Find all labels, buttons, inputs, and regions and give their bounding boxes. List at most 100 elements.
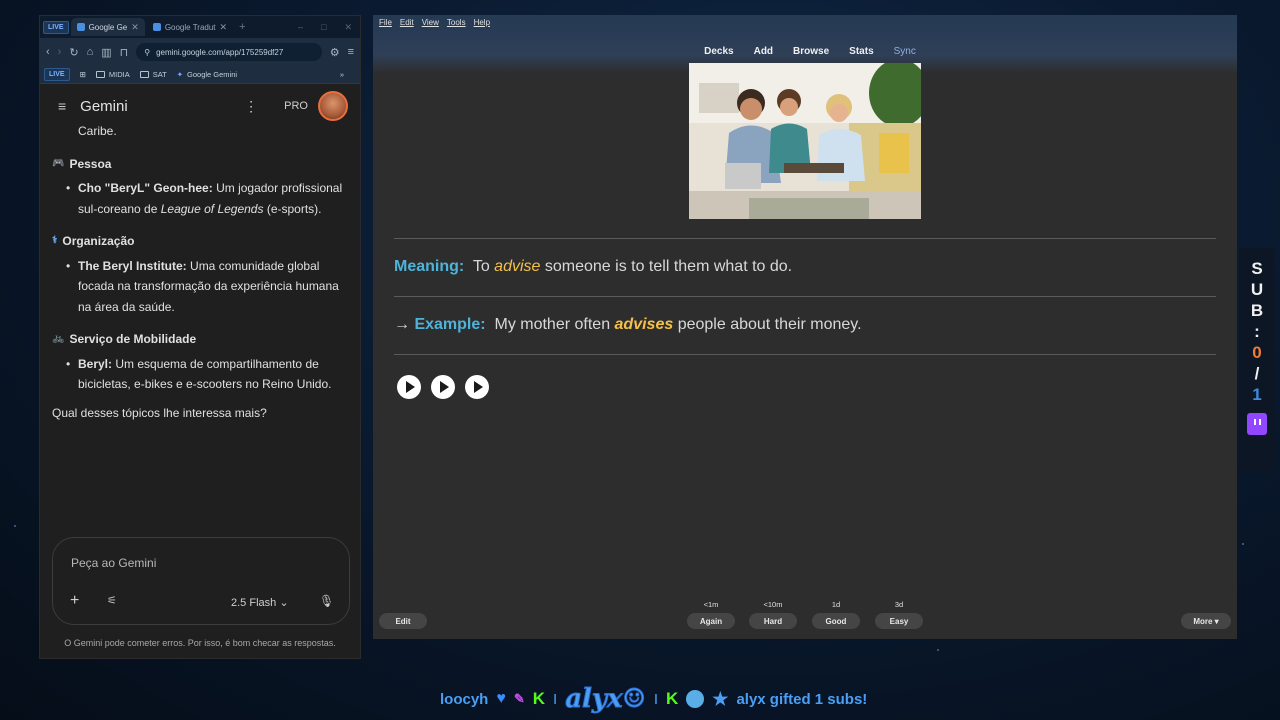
section-title-text: Pessoa bbox=[69, 156, 112, 171]
sub-goal: 1 bbox=[1252, 385, 1262, 404]
sub-slash: / bbox=[1254, 364, 1260, 383]
translate-favicon-icon bbox=[152, 23, 161, 31]
extensions-icon[interactable]: ⚙ bbox=[330, 46, 340, 59]
example-label: Example: bbox=[414, 316, 486, 333]
forward-icon[interactable]: › bbox=[58, 46, 62, 58]
feather-icon: ✎ bbox=[513, 691, 525, 706]
more-bookmarks-icon[interactable]: » bbox=[340, 70, 344, 79]
bicycle-icon: 🚲 bbox=[52, 333, 65, 344]
address-toolbar: ‹ › ↻ ⌂ ▥ ⊓ ⚲ gemini.google.com/app/1752… bbox=[40, 38, 360, 66]
divider bbox=[394, 238, 1216, 239]
apps-grid-icon[interactable]: ⊞ bbox=[80, 70, 86, 79]
tab-close-icon[interactable]: ✕ bbox=[131, 22, 139, 33]
meaning-post: someone is to tell them what to do. bbox=[540, 258, 793, 275]
example-line: → Example: My mother often advises peopl… bbox=[394, 316, 862, 334]
reload-icon[interactable]: ↻ bbox=[69, 46, 78, 59]
bookmarks-bar: LIVE ⊞ MIDIA SAT ✦ Google Gemini » bbox=[40, 66, 360, 84]
people-photo bbox=[689, 63, 921, 219]
folder-icon bbox=[95, 71, 105, 78]
chat-response: Caribe. 🎮 Pessoa Cho "BeryL" Geon-hee: U… bbox=[40, 121, 360, 423]
reading-mode-icon[interactable]: ▥ bbox=[101, 46, 111, 59]
bookmark-label: Google Gemini bbox=[187, 70, 238, 79]
bookmark-icon[interactable]: ⊓ bbox=[120, 46, 129, 59]
back-icon[interactable]: ‹ bbox=[46, 46, 50, 58]
tab-translate[interactable]: Google Tradut ✕ bbox=[147, 18, 233, 36]
site-info-icon[interactable]: ⚲ bbox=[144, 48, 150, 57]
hamburger-menu-icon[interactable]: ≡ bbox=[58, 98, 66, 114]
sub-letter: U bbox=[1250, 280, 1264, 299]
menu-bar: File Edit View Tools Help bbox=[373, 15, 1237, 29]
model-selector[interactable]: 2.5 Flash ⌄ bbox=[231, 596, 289, 609]
meaning-label: Meaning: bbox=[394, 258, 465, 275]
play-icon bbox=[405, 381, 415, 393]
close-window-button[interactable]: ✕ bbox=[344, 22, 352, 33]
url-text[interactable]: gemini.google.com/app/175259df27 bbox=[156, 48, 283, 57]
hard-button[interactable]: Hard bbox=[749, 613, 797, 629]
more-button[interactable]: More ▾ bbox=[1181, 613, 1231, 629]
url-bar[interactable]: ⚲ gemini.google.com/app/175259df27 bbox=[136, 43, 322, 61]
new-tab-button[interactable]: + bbox=[235, 21, 249, 33]
divider bbox=[394, 354, 1216, 355]
good-button[interactable]: Good bbox=[812, 613, 860, 629]
good-interval: 1d bbox=[831, 600, 841, 609]
sub-letter: : bbox=[1254, 322, 1260, 341]
prompt-input[interactable]: Peça ao Gemini bbox=[71, 556, 156, 570]
disclaimer: O Gemini pode cometer erros. Por isso, é… bbox=[64, 638, 336, 648]
minimize-button[interactable]: – bbox=[298, 22, 303, 33]
nav-add[interactable]: Add bbox=[754, 46, 773, 57]
item-bold: Cho "BeryL" Geon-hee: bbox=[78, 181, 213, 195]
follow-up-question: Qual desses tópicos lhe interessa mais? bbox=[52, 405, 267, 420]
live-badge: LIVE bbox=[43, 20, 69, 34]
bookmark-sat[interactable]: SAT bbox=[139, 70, 167, 79]
continuation-text: Caribe. bbox=[78, 124, 117, 138]
folder-icon bbox=[139, 71, 149, 78]
play-audio-button[interactable] bbox=[397, 375, 421, 399]
alyx-logo: alyx☺ bbox=[565, 684, 647, 715]
again-interval: <1m bbox=[703, 600, 719, 609]
meaning-line: Meaning: To advise someone is to tell th… bbox=[394, 258, 792, 276]
bookmark-label: SAT bbox=[152, 70, 167, 79]
menu-help[interactable]: Help bbox=[474, 18, 490, 27]
edit-button[interactable]: Edit bbox=[379, 613, 427, 629]
star-icon: ★ bbox=[712, 688, 729, 709]
menu-icon[interactable]: ≡ bbox=[348, 46, 354, 58]
tab-gemini[interactable]: Google Ge ✕ bbox=[70, 18, 145, 36]
browser-window: LIVE Google Ge ✕ Google Tradut ✕ + – □ ✕… bbox=[39, 15, 361, 659]
maximize-button[interactable]: □ bbox=[321, 22, 326, 33]
tab-close-icon[interactable]: ✕ bbox=[220, 22, 228, 33]
nav-stats[interactable]: Stats bbox=[849, 46, 873, 57]
nav-sync[interactable]: Sync bbox=[894, 46, 916, 57]
more-options-icon[interactable]: ⋮ bbox=[244, 98, 258, 115]
section-title-text: Serviço de Mobilidade bbox=[69, 332, 197, 346]
home-icon[interactable]: ⌂ bbox=[87, 46, 94, 58]
card-image bbox=[689, 63, 921, 219]
prompt-input-box[interactable]: Peça ao Gemini + ⚟ 2.5 Flash ⌄ 🎙 bbox=[52, 537, 350, 625]
menu-view[interactable]: View bbox=[422, 18, 439, 27]
kick-icon: K bbox=[532, 689, 546, 708]
add-attachment-icon[interactable]: + bbox=[70, 592, 79, 610]
menu-tools[interactable]: Tools bbox=[447, 18, 466, 27]
tools-icon[interactable]: ⚟ bbox=[107, 594, 117, 607]
gemini-favicon-icon bbox=[76, 23, 85, 31]
menu-file[interactable]: File bbox=[379, 18, 392, 27]
bookmark-google-gemini[interactable]: ✦ Google Gemini bbox=[177, 70, 237, 79]
microphone-icon[interactable]: 🎙 bbox=[319, 594, 334, 608]
nav-decks[interactable]: Decks bbox=[704, 46, 733, 57]
play-audio-button[interactable] bbox=[431, 375, 455, 399]
menu-edit[interactable]: Edit bbox=[400, 18, 414, 27]
answer-bar: Edit <1m Again <10m Hard 1d Good 3d Easy… bbox=[373, 595, 1237, 639]
item-tail: (e-sports). bbox=[263, 201, 322, 216]
avatar[interactable] bbox=[318, 91, 348, 121]
pro-badge[interactable]: PRO bbox=[284, 100, 308, 112]
example-word: advises bbox=[614, 316, 674, 333]
bookmark-live-badge[interactable]: LIVE bbox=[44, 68, 70, 81]
easy-button[interactable]: Easy bbox=[875, 613, 923, 629]
bookmark-label: MIDIA bbox=[108, 70, 130, 79]
arrow-icon: → bbox=[394, 316, 410, 333]
nav-browse[interactable]: Browse bbox=[793, 46, 829, 57]
bookmark-midia[interactable]: MIDIA bbox=[95, 70, 130, 79]
sub-goal-panel: S U B : 0 / 1 bbox=[1239, 248, 1275, 473]
again-button[interactable]: Again bbox=[687, 613, 735, 629]
play-audio-button[interactable] bbox=[465, 375, 489, 399]
item-bold: The Beryl Institute: bbox=[78, 258, 187, 273]
